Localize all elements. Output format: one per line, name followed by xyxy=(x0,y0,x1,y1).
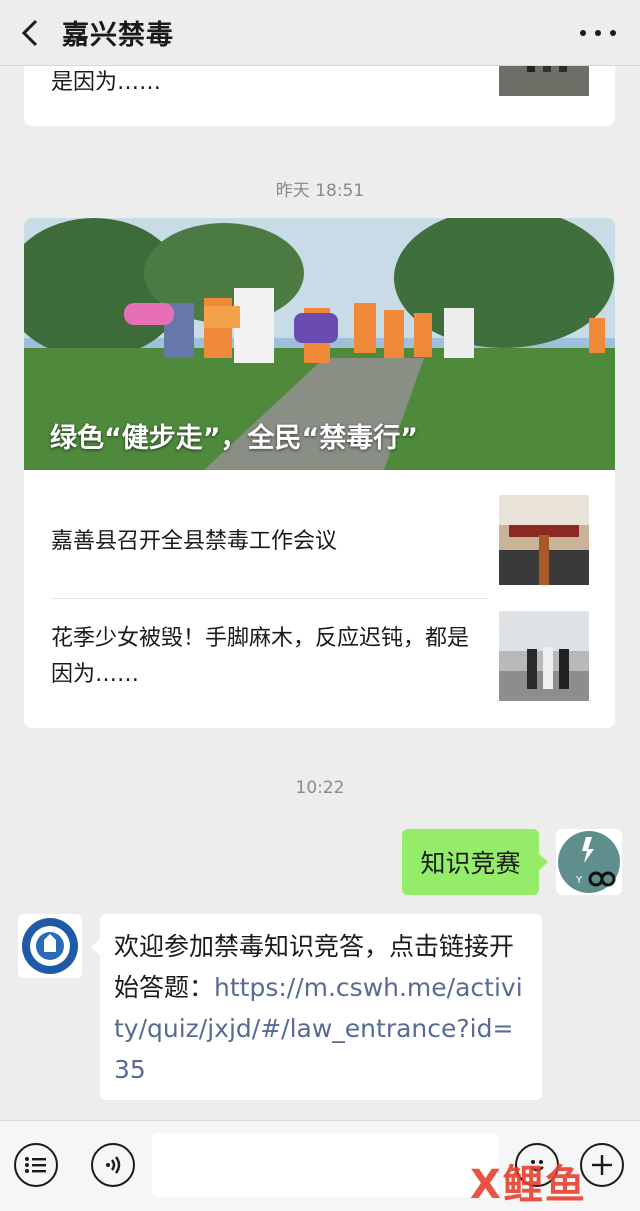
chat-header: 嘉兴禁毒 xyxy=(0,0,640,66)
menu-button[interactable] xyxy=(14,1143,58,1187)
my-message-bubble[interactable]: 知识竞赛 xyxy=(402,829,548,895)
article-thumbnail xyxy=(499,495,589,585)
timestamp: 10:22 xyxy=(295,778,345,798)
voice-button[interactable] xyxy=(91,1143,135,1187)
more-dots-icon[interactable] xyxy=(580,20,616,46)
my-avatar[interactable]: Y xyxy=(556,829,622,895)
chevron-left-icon xyxy=(21,19,38,46)
article-cover-image[interactable]: 绿色“健步走”，全民“禁毒行” xyxy=(24,218,615,470)
article-thumbnail xyxy=(499,611,589,701)
list-icon xyxy=(25,1157,46,1173)
article-card-partial[interactable]: 是因为…… xyxy=(24,66,615,126)
back-button[interactable] xyxy=(0,0,60,66)
timestamp: 昨天 18:51 xyxy=(275,181,365,201)
article-item-title: 嘉善县召开全县禁毒工作会议 xyxy=(51,529,338,554)
watermark-logo: X鲤鱼 xyxy=(470,1162,587,1208)
article-card[interactable]: 绿色“健步走”，全民“禁毒行” 嘉善县召开全县禁毒工作会议 花季少女被毁！手脚麻… xyxy=(24,218,615,728)
article-item-title: 是因为…… xyxy=(51,70,162,95)
message-input[interactable] xyxy=(152,1133,498,1197)
plus-icon xyxy=(592,1155,612,1175)
article-item-title: 花季少女被毁！手脚麻木，反应迟钝，都是因为…… xyxy=(51,626,470,687)
article-item[interactable]: 嘉善县召开全县禁毒工作会议 xyxy=(24,470,615,598)
message-list[interactable]: 是因为…… 昨天 18:51 绿色“健步走”，全民“禁毒行” 嘉善县召开全县禁毒… xyxy=(0,66,640,1120)
article-item[interactable]: 花季少女被毁！手脚麻木，反应迟钝，都是因为…… xyxy=(24,599,615,728)
article-thumbnail xyxy=(499,66,589,96)
voice-icon xyxy=(106,1156,121,1174)
article-cover-title: 绿色“健步走”，全民“禁毒行” xyxy=(50,423,418,454)
svg-text:Y: Y xyxy=(575,875,583,886)
bot-message-bubble: 欢迎参加禁毒知识竞答，点击链接开始答题：https://m.cswh.me/ac… xyxy=(91,914,542,1100)
official-account-avatar[interactable] xyxy=(18,914,82,978)
chat-title: 嘉兴禁毒 xyxy=(62,20,174,51)
